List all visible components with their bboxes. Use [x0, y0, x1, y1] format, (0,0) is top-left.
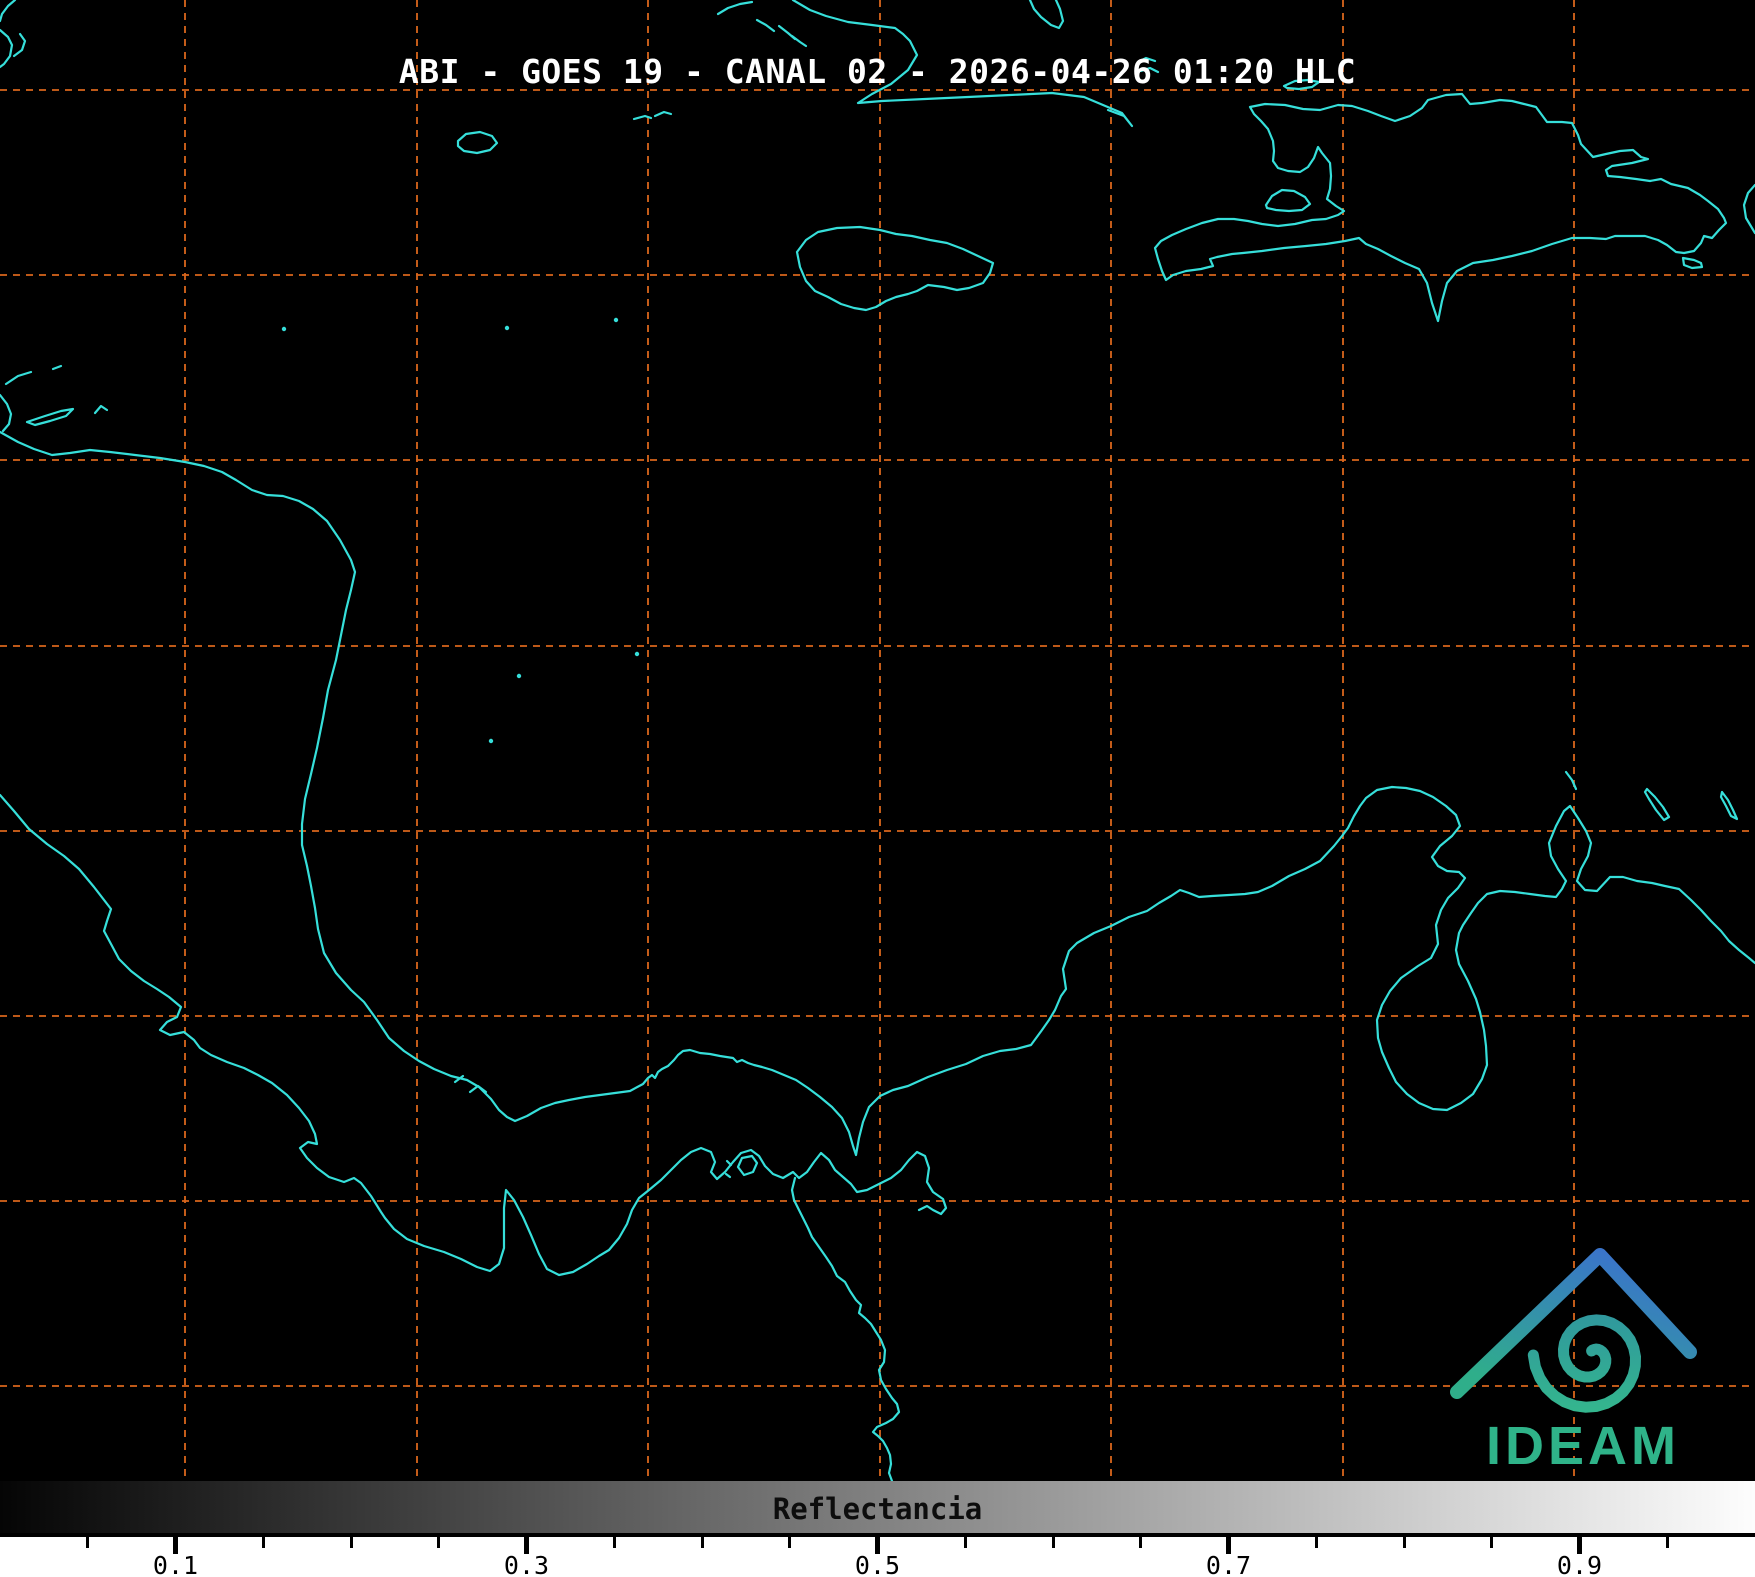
colorbar-label: Reflectancia [772, 1492, 983, 1526]
coastline [1264, 188, 1312, 213]
coastline [724, 1172, 732, 1179]
coastline [93, 404, 109, 415]
colorbar-tick-label: 0.9 [1556, 1551, 1603, 1577]
colorbar-axis: 0.1 0.3 0.5 0.7 0.9 [0, 1533, 1755, 1577]
coastline [790, 1176, 901, 1481]
coastline [4, 370, 33, 386]
coastline [755, 18, 776, 33]
coastline [0, 793, 948, 1277]
colorbar-minor-tick [349, 1537, 353, 1548]
island-dot [504, 325, 510, 331]
island-dot [613, 317, 619, 323]
coastline [1643, 787, 1671, 822]
coastline [0, 0, 17, 23]
colorbar-tick-label: 0.3 [503, 1551, 550, 1577]
coastline [790, 34, 808, 48]
colorbar-minor-tick [1402, 1537, 1406, 1548]
coastline [725, 1159, 733, 1167]
colorbar-tick-label: 0.7 [1205, 1551, 1252, 1577]
coastline [716, 0, 754, 16]
coastline [0, 393, 13, 433]
coastline [736, 1154, 759, 1177]
latlon-gridlines [0, 0, 1755, 1481]
coastline [653, 110, 673, 118]
coastline [1681, 256, 1704, 270]
colorbar-minor-tick [86, 1537, 90, 1548]
colorbar-minor-tick [788, 1537, 792, 1548]
satellite-map: IDEAM ABI - GOES 19 - CANAL 02 - 2026-04… [0, 0, 1755, 1481]
coastline [1719, 790, 1739, 821]
coastline [0, 430, 1755, 1157]
colorbar-minor-tick [1139, 1537, 1143, 1548]
colorbar-minor-tick [700, 1537, 704, 1548]
coastline [1742, 183, 1755, 235]
coastline [0, 28, 14, 69]
island-dot [634, 651, 640, 657]
image-title: ABI - GOES 19 - CANAL 02 - 2026-04-26 01… [398, 52, 1357, 91]
coastline [1153, 92, 1728, 323]
coastline [456, 130, 499, 155]
map-canvas: IDEAM [0, 0, 1755, 1481]
logo-hurricane-spiral-icon [1527, 1314, 1642, 1413]
colorbar-minor-tick [261, 1537, 265, 1548]
coastline [795, 225, 995, 312]
colorbar-tick-label: 0.5 [854, 1551, 901, 1577]
colorbar-minor-tick [1314, 1537, 1318, 1548]
island-dot [516, 673, 522, 679]
colorbar-minor-tick [1490, 1537, 1494, 1548]
island-dot [281, 326, 287, 332]
satellite-image-viewer: IDEAM ABI - GOES 19 - CANAL 02 - 2026-04… [0, 0, 1755, 1577]
colorbar-minor-tick [1665, 1537, 1669, 1548]
coastline [1028, 0, 1065, 30]
coastline [468, 1084, 488, 1094]
colorbar-minor-tick [1051, 1537, 1055, 1548]
logo-wordmark: IDEAM [1486, 1416, 1680, 1476]
coastline [51, 364, 63, 371]
coastline [25, 407, 75, 427]
colorbar-minor-tick [963, 1537, 967, 1548]
ideam-logo: IDEAM [1450, 1248, 1697, 1476]
island-dot [488, 738, 494, 744]
coastlines [0, 0, 1755, 1481]
colorbar-minor-tick [437, 1537, 441, 1548]
coastline [12, 32, 27, 58]
colorbar-minor-tick [612, 1537, 616, 1548]
colorbar-tick-label: 0.1 [152, 1551, 199, 1577]
